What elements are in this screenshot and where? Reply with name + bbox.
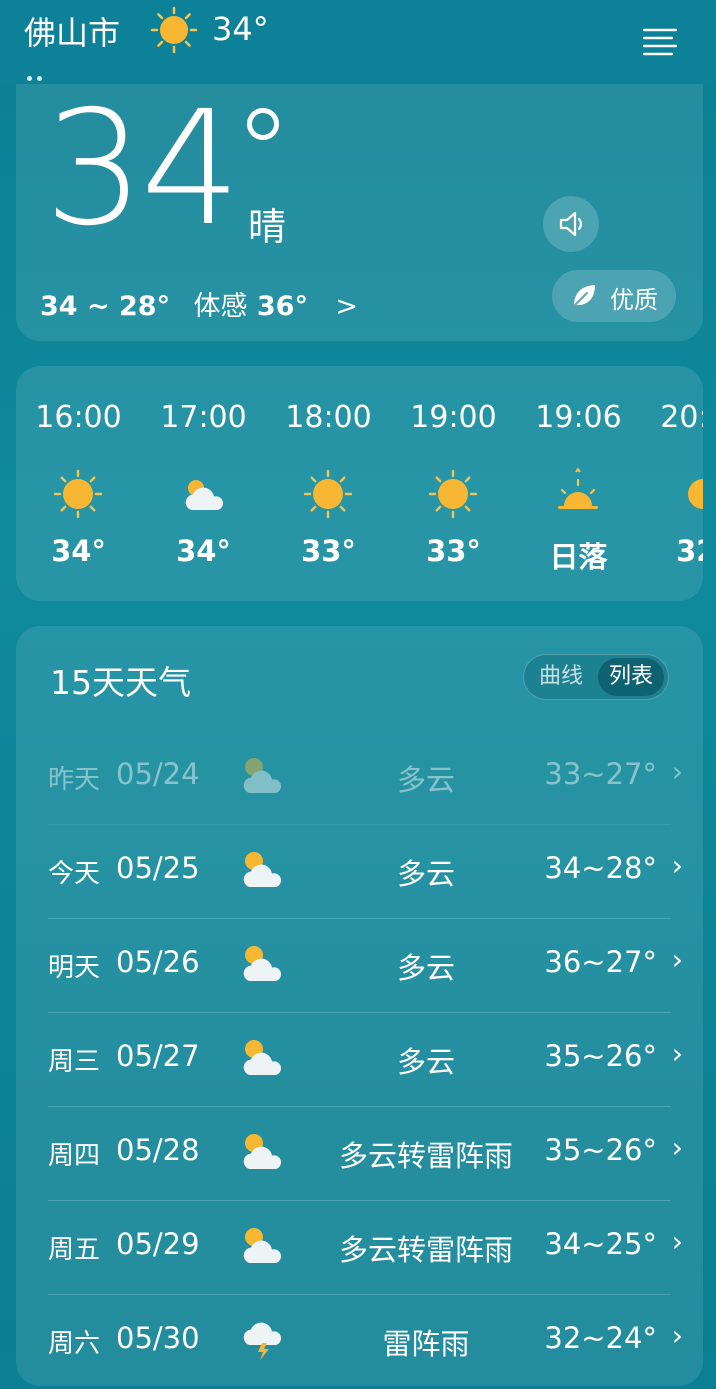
hourly-item[interactable]: 20:00 32°: [641, 366, 703, 601]
day-temperature: 35~26°: [544, 1039, 657, 1073]
day-condition: 多云转雷阵雨: [338, 1233, 513, 1267]
daily-forecast-card: 15天天气 曲线 列表 昨天 05/24 多云 33~27° › 今天 05/2…: [16, 626, 703, 1386]
temperature-range: 34 ~ 28°: [40, 291, 171, 322]
day-date: 05/27: [116, 1039, 200, 1073]
partly-cloudy-icon: [243, 852, 282, 887]
daily-row[interactable]: 昨天 05/24 多云 33~27° ›: [16, 731, 703, 825]
hour-time: 19:00: [410, 400, 497, 435]
menu-icon[interactable]: [640, 26, 680, 60]
chevron-right-icon: ›: [671, 1131, 683, 1164]
top-bar: 佛山市 34°: [0, 0, 716, 82]
hour-temperature: 32°: [676, 534, 703, 568]
day-condition: 多云: [396, 951, 455, 985]
daily-row[interactable]: 明天 05/26 多云 36~27° ›: [16, 919, 703, 1013]
current-weather-card[interactable]: 34 晴 34 ~ 28° 体感 36° > 优质: [16, 84, 703, 341]
day-name: 明天: [48, 953, 101, 983]
day-date: 05/30: [116, 1321, 200, 1355]
speaker-icon: [559, 211, 583, 237]
sun-icon: [150, 6, 198, 54]
partly-cloudy-icon: [243, 946, 282, 981]
hour-temperature: 34°: [51, 534, 106, 568]
thunderstorm-icon: [243, 1322, 282, 1360]
daily-row[interactable]: 周四 05/28 多云转雷阵雨 35~26° ›: [16, 1107, 703, 1201]
hour-temperature: 34°: [176, 534, 231, 568]
hour-time: 20:00: [660, 400, 703, 435]
sun-icon: [303, 469, 353, 519]
day-date: 05/25: [116, 851, 200, 885]
hourly-forecast-card[interactable]: 16:00 34° 17:00 34° 18:00 33° 19:00 33° …: [16, 366, 703, 601]
partly-cloudy-icon: [243, 758, 282, 793]
hour-temperature: 33°: [426, 534, 481, 568]
day-condition: 多云: [396, 763, 455, 797]
day-name: 今天: [48, 859, 101, 889]
day-date: 05/29: [116, 1227, 200, 1261]
day-name: 周四: [48, 1141, 101, 1171]
hour-time: 19:06: [535, 400, 622, 435]
hourly-item[interactable]: 16:00 34°: [16, 366, 141, 601]
hour-temperature: 日落: [549, 540, 608, 574]
air-quality-button[interactable]: 优质: [552, 270, 676, 322]
hour-temperature: 33°: [301, 534, 356, 568]
list-view-option[interactable]: 列表: [598, 658, 664, 696]
daily-row[interactable]: 周三 05/27 多云 35~26° ›: [16, 1013, 703, 1107]
hourly-item[interactable]: 19:06 日落: [516, 366, 641, 601]
speaker-button[interactable]: [543, 196, 599, 252]
day-temperature: 34~25°: [544, 1227, 657, 1261]
sunset-icon: [558, 468, 598, 509]
air-quality-label: 优质: [610, 286, 658, 314]
hourly-item[interactable]: 19:00 33°: [391, 366, 516, 601]
sun-icon: [688, 479, 703, 509]
partly-cloudy-icon: [243, 1134, 282, 1169]
leaf-icon: [574, 285, 595, 306]
chevron-right-icon: ›: [671, 1319, 683, 1352]
partly-cloudy-icon: [243, 1040, 282, 1075]
day-temperature: 35~26°: [544, 1133, 657, 1167]
temperature-range-row[interactable]: 34 ~ 28° 体感 36° >: [40, 284, 358, 323]
hour-time: 17:00: [160, 400, 247, 435]
day-condition: 多云: [396, 1045, 455, 1079]
chevron-right-icon: ›: [671, 943, 683, 976]
sun-icon: [428, 469, 478, 519]
day-name: 周五: [48, 1235, 101, 1265]
chevron-right-icon: ›: [671, 849, 683, 882]
day-condition: 多云转雷阵雨: [338, 1139, 513, 1173]
day-temperature: 36~27°: [544, 945, 657, 979]
day-condition: 雷阵雨: [382, 1327, 470, 1361]
daily-row[interactable]: 周六 05/30 雷阵雨 32~24° ›: [16, 1295, 703, 1389]
day-date: 05/28: [116, 1133, 200, 1167]
feels-like-label: 体感: [193, 291, 248, 322]
hourly-item[interactable]: 17:00 34°: [141, 366, 266, 601]
day-temperature: 34~28°: [544, 851, 657, 885]
chevron-right-icon: >: [335, 291, 358, 322]
daily-forecast-title: 15天天气: [50, 663, 191, 702]
sun-icon: [53, 469, 103, 519]
feels-like-value: 36°: [256, 291, 308, 322]
day-temperature: 33~27°: [544, 757, 657, 791]
daily-row[interactable]: 周五 05/29 多云转雷阵雨 34~25° ›: [16, 1201, 703, 1295]
current-condition: 晴: [248, 205, 287, 249]
day-date: 05/26: [116, 945, 200, 979]
chevron-right-icon: ›: [671, 1225, 683, 1258]
chevron-right-icon: ›: [671, 755, 683, 788]
day-name: 周三: [48, 1047, 101, 1077]
partly-cloudy-icon: [243, 1228, 282, 1263]
city-name[interactable]: 佛山市: [24, 8, 120, 54]
view-toggle[interactable]: 曲线 列表: [523, 654, 669, 700]
daily-row[interactable]: 今天 05/25 多云 34~28° ›: [16, 825, 703, 919]
day-temperature: 32~24°: [544, 1321, 657, 1355]
hour-time: 18:00: [285, 400, 372, 435]
degree-symbol: [247, 108, 279, 140]
cloudy-icon: [185, 480, 224, 510]
chevron-right-icon: ›: [671, 1037, 683, 1070]
curve-view-option[interactable]: 曲线: [530, 655, 592, 699]
day-name: 周六: [48, 1329, 101, 1359]
hour-time: 16:00: [35, 400, 122, 435]
hourly-item[interactable]: 18:00 33°: [266, 366, 391, 601]
day-name: 昨天: [48, 765, 101, 795]
day-condition: 多云: [396, 857, 455, 891]
current-temperature: 34: [44, 77, 241, 261]
header-temperature: 34°: [212, 10, 269, 48]
day-date: 05/24: [116, 757, 200, 791]
